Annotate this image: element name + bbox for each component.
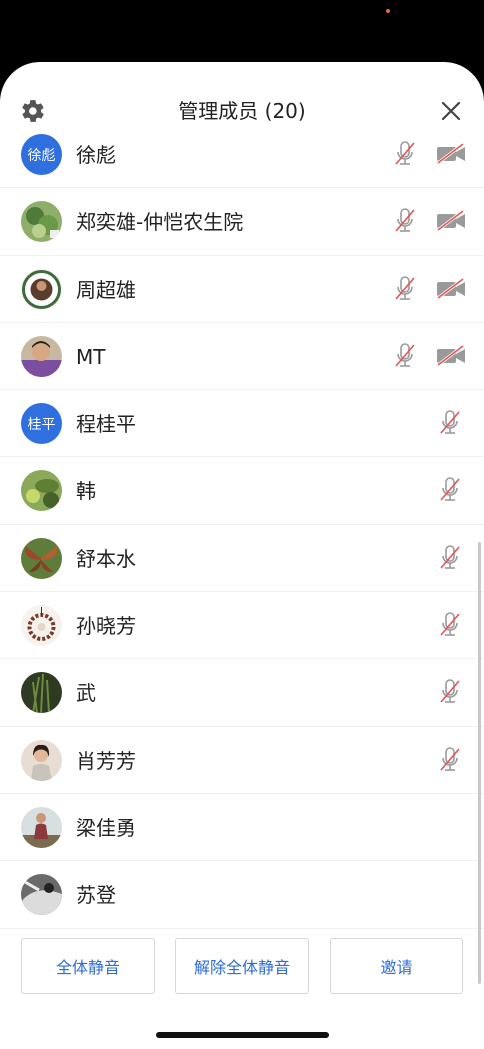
status-bar [0, 0, 484, 70]
member-name: 舒本水 [76, 546, 136, 571]
member-name: 程桂平 [76, 412, 136, 437]
member-name: 梁佳勇 [76, 815, 136, 840]
member-list: 徐彪 徐彪郑奕雄-仲恺农生院 周超雄 MT 桂平 程桂平韩舒本水孙晓芳武肖芳芳梁佳勇苏登 [0, 121, 484, 929]
mic-muted-icon[interactable] [439, 544, 461, 572]
avatar [21, 335, 62, 377]
invite-button[interactable]: 邀请 [330, 938, 463, 994]
member-row[interactable]: 郑奕雄-仲恺农生院 [0, 188, 484, 256]
camera-off-icon[interactable] [436, 210, 466, 232]
avatar [21, 201, 62, 243]
mic-muted-icon[interactable] [394, 342, 416, 370]
action-bar: 全体静音 解除全体静音 邀请 [0, 934, 484, 994]
camera-off-icon[interactable] [436, 143, 466, 165]
mic-muted-icon[interactable] [394, 140, 416, 168]
member-name: 郑奕雄-仲恺农生院 [76, 210, 244, 235]
mute-all-button[interactable]: 全体静音 [21, 938, 155, 994]
member-name: 武 [76, 681, 96, 706]
member-row[interactable]: 孙晓芳 [0, 592, 484, 660]
mic-muted-icon[interactable] [394, 275, 416, 303]
member-name: 肖芳芳 [76, 748, 136, 773]
mic-muted-icon[interactable] [394, 207, 416, 235]
member-row[interactable]: 舒本水 [0, 525, 484, 593]
member-row[interactable]: 肖芳芳 [0, 727, 484, 794]
camera-off-icon[interactable] [436, 344, 466, 367]
member-name: 徐彪 [76, 143, 116, 167]
avatar [21, 874, 62, 916]
member-name: 苏登 [76, 883, 116, 908]
member-row[interactable]: 苏登 [0, 861, 484, 929]
mic-muted-icon[interactable] [439, 409, 461, 437]
avatar [21, 739, 62, 781]
mic-muted-icon[interactable] [439, 678, 461, 706]
mic-muted-icon[interactable] [439, 746, 461, 774]
avatar: 徐彪 [21, 134, 62, 175]
camera-indicator-dot [386, 9, 390, 13]
avatar-text: 桂平 [27, 416, 56, 433]
member-row[interactable]: 武 [0, 659, 484, 727]
avatar [21, 268, 62, 310]
avatar [21, 537, 62, 579]
mic-muted-icon[interactable] [439, 476, 461, 504]
avatar: 桂平 [21, 403, 62, 445]
member-row[interactable]: 周超雄 [0, 256, 484, 323]
member-row[interactable]: 梁佳勇 [0, 794, 484, 862]
member-row[interactable]: 桂平 程桂平 [0, 390, 484, 458]
avatar [21, 806, 62, 848]
unmute-all-button[interactable]: 解除全体静音 [175, 938, 309, 994]
avatar [21, 605, 62, 647]
mic-muted-icon[interactable] [439, 611, 461, 639]
member-name: 孙晓芳 [76, 614, 136, 639]
member-name: MT [76, 344, 106, 369]
member-row[interactable]: MT [0, 323, 484, 391]
close-icon[interactable] [440, 100, 462, 122]
avatar-text: 徐彪 [27, 147, 56, 164]
member-name: 韩 [76, 479, 96, 504]
camera-off-icon[interactable] [436, 277, 466, 300]
home-indicator [156, 1032, 329, 1038]
member-row[interactable]: 徐彪 徐彪 [0, 121, 484, 189]
avatar [21, 672, 62, 714]
member-name: 周超雄 [76, 277, 136, 302]
avatar [21, 470, 62, 512]
scrollbar[interactable] [478, 542, 481, 984]
member-row[interactable]: 韩 [0, 457, 484, 525]
manage-members-sheet: 管理成员 (20) 徐彪 徐彪 郑奕雄-仲恺农生院 周超雄 MT 桂平 程桂平韩舒本水 孙晓芳… [0, 62, 484, 1049]
